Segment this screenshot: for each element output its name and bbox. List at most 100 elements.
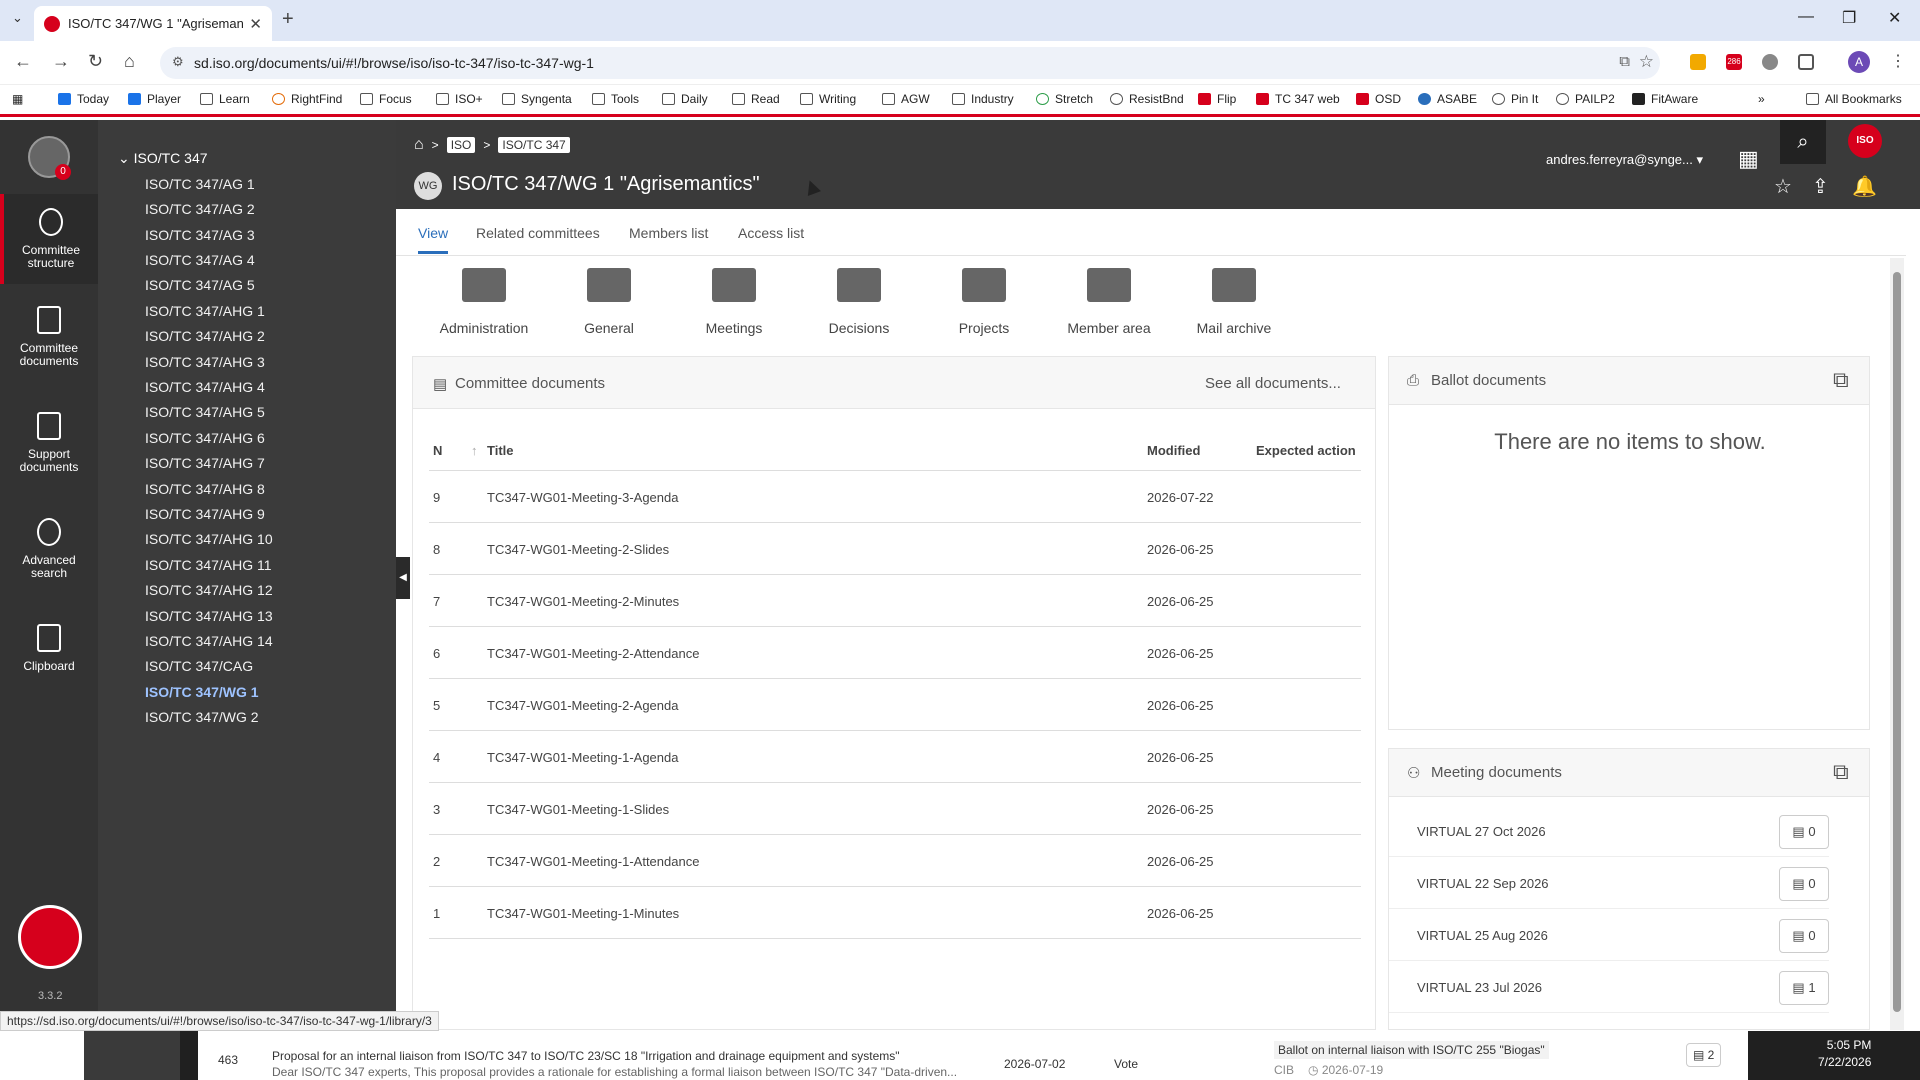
breadcrumb-iso[interactable]: ISO: [446, 137, 476, 153]
tree-item[interactable]: ISO/TC 347/AG 3: [145, 227, 255, 243]
meeting-doc-count[interactable]: ▤ 0: [1779, 919, 1829, 953]
column-header-title[interactable]: Title: [487, 443, 514, 458]
tree-item[interactable]: ISO/TC 347/AHG 3: [145, 354, 265, 370]
tree-root[interactable]: ⌄ ISO/TC 347: [118, 150, 208, 167]
tree-item-selected[interactable]: ISO/TC 347/WG 1: [145, 684, 259, 700]
extension-icon[interactable]: [1690, 54, 1706, 70]
bookmark-rightfind[interactable]: RightFind: [272, 92, 342, 106]
extension-badge-icon[interactable]: 286: [1726, 54, 1742, 70]
external-link-icon[interactable]: ⧉: [1833, 367, 1849, 393]
cell-title[interactable]: TC347-WG01-Meeting-2-Minutes: [487, 594, 679, 609]
bookmark-stretch[interactable]: Stretch: [1036, 92, 1093, 106]
folder-meetings[interactable]: Meetings: [679, 268, 789, 336]
app-grid-icon[interactable]: ▦: [1738, 146, 1759, 172]
table-row[interactable]: 6 TC347-WG01-Meeting-2-Attendance 2026-06-…: [429, 627, 1361, 679]
tree-item[interactable]: ISO/TC 347/AG 1: [145, 176, 255, 192]
forward-icon[interactable]: →: [52, 51, 70, 72]
bookmark-tc347-web[interactable]: TC 347 web: [1256, 92, 1340, 106]
cell-title[interactable]: TC347-WG01-Meeting-2-Agenda: [487, 698, 678, 713]
tab-access-list[interactable]: Access list: [738, 225, 804, 241]
tab-view[interactable]: View: [418, 225, 449, 254]
bookmark-industry[interactable]: Industry: [952, 92, 1014, 106]
folder-projects[interactable]: Projects: [929, 268, 1039, 336]
table-row[interactable]: 5 TC347-WG01-Meeting-2-Agenda 2026-06-25: [429, 679, 1361, 731]
tree-item[interactable]: ISO/TC 347/AG 5: [145, 277, 255, 293]
bookmark-osd[interactable]: OSD: [1356, 92, 1401, 106]
cell-title[interactable]: TC347-WG01-Meeting-3-Agenda: [487, 490, 678, 505]
breadcrumb-tc347[interactable]: ISO/TC 347: [498, 137, 570, 153]
meeting-doc-count[interactable]: ▤ 0: [1779, 867, 1829, 901]
tree-item[interactable]: ISO/TC 347/AG 2: [145, 201, 255, 217]
more-bookmarks-icon[interactable]: »: [1758, 92, 1765, 106]
external-link-icon[interactable]: ⧉: [1833, 759, 1849, 785]
tree-item[interactable]: ISO/TC 347/AHG 8: [145, 481, 265, 497]
close-window-icon[interactable]: ✕: [1888, 8, 1901, 28]
sort-up-arrow-icon[interactable]: ↑: [471, 443, 478, 458]
scrollbar-thumb[interactable]: [1893, 272, 1901, 1012]
folder-decisions[interactable]: Decisions: [804, 268, 914, 336]
meeting-doc-count[interactable]: ▤ 1: [1779, 971, 1829, 1005]
user-menu[interactable]: andres.ferreyra@synge... ▾: [1546, 152, 1703, 168]
bell-icon[interactable]: 🔔: [1852, 174, 1877, 199]
meeting-row[interactable]: VIRTUAL 23 Jul 2026 ▤ 1: [1389, 961, 1829, 1013]
bookmark-learn[interactable]: Learn: [200, 92, 250, 106]
bookmark-iso-plus[interactable]: ISO+: [436, 92, 483, 106]
restore-icon[interactable]: ❐: [1842, 8, 1856, 28]
bookmark-tools[interactable]: Tools: [592, 92, 639, 106]
folder-general[interactable]: General: [554, 268, 664, 336]
bookmark-today[interactable]: Today: [58, 92, 109, 106]
table-row[interactable]: 9 TC347-WG01-Meeting-3-Agenda 2026-07-22: [429, 471, 1361, 523]
menu-kebab-icon[interactable]: ⋮: [1890, 51, 1906, 71]
see-all-documents-link[interactable]: See all documents...: [1205, 375, 1341, 392]
tree-item[interactable]: ISO/TC 347/AHG 2: [145, 328, 265, 344]
tree-item[interactable]: ISO/TC 347/AHG 12: [145, 582, 273, 598]
rail-committee-structure[interactable]: Committee structure: [0, 194, 98, 284]
taskbar-app[interactable]: [84, 1031, 180, 1080]
cell-title[interactable]: TC347-WG01-Meeting-2-Slides: [487, 542, 669, 557]
tree-item[interactable]: ISO/TC 347/AHG 7: [145, 455, 265, 471]
cell-title[interactable]: TC347-WG01-Meeting-1-Minutes: [487, 906, 679, 921]
extension-icon-2[interactable]: [1762, 54, 1778, 70]
star-icon[interactable]: ☆: [1774, 174, 1792, 199]
bookmark-resistbnd[interactable]: ResistBnd: [1110, 92, 1184, 106]
bookmark-pailp2[interactable]: PAILP2: [1556, 92, 1615, 106]
home-icon[interactable]: ⌂: [414, 136, 424, 154]
bookmark-asabe[interactable]: ASABE: [1418, 92, 1477, 106]
table-row[interactable]: 8 TC347-WG01-Meeting-2-Slides 2026-06-25: [429, 523, 1361, 575]
cell-title[interactable]: TC347-WG01-Meeting-1-Attendance: [487, 854, 699, 869]
system-clock[interactable]: 5:05 PM 7/22/2026: [1818, 1037, 1871, 1071]
tree-item[interactable]: ISO/TC 347/AHG 5: [145, 404, 265, 420]
rail-clipboard[interactable]: Clipboard: [0, 624, 98, 673]
bookmark-syngenta[interactable]: Syngenta: [502, 92, 572, 106]
share-icon[interactable]: ⇪: [1812, 174, 1829, 199]
table-row[interactable]: 3 TC347-WG01-Meeting-1-Slides 2026-06-25: [429, 783, 1361, 835]
tab-search-icon[interactable]: ⌄: [12, 10, 23, 26]
tree-item[interactable]: ISO/TC 347/WG 2: [145, 709, 259, 725]
meeting-row[interactable]: VIRTUAL 22 Sep 2026 ▤ 0: [1389, 857, 1829, 909]
bookmark-agw[interactable]: AGW: [882, 92, 930, 106]
tree-item[interactable]: ISO/TC 347/AHG 14: [145, 633, 273, 649]
tree-item[interactable]: ISO/TC 347/AHG 1: [145, 303, 265, 319]
bookmark-read[interactable]: Read: [732, 92, 780, 106]
profile-avatar[interactable]: A: [1848, 51, 1870, 73]
iso-logo[interactable]: ISO: [1848, 124, 1882, 158]
meeting-row[interactable]: VIRTUAL 25 Aug 2026 ▤ 0: [1389, 909, 1829, 961]
tree-item[interactable]: ISO/TC 347/AHG 9: [145, 506, 265, 522]
cell-title[interactable]: TC347-WG01-Meeting-2-Attendance: [487, 646, 699, 661]
bookmark-player[interactable]: Player: [128, 92, 181, 106]
table-row[interactable]: 7 TC347-WG01-Meeting-2-Minutes 2026-06-25: [429, 575, 1361, 627]
tree-item[interactable]: ISO/TC 347/AHG 6: [145, 430, 265, 446]
column-header-expected-action[interactable]: Expected action: [1256, 443, 1356, 458]
meeting-doc-count[interactable]: ▤ 0: [1779, 815, 1829, 849]
close-tab-icon[interactable]: ✕: [249, 15, 262, 33]
column-header-n[interactable]: N: [433, 443, 442, 458]
install-app-icon[interactable]: ⧉: [1619, 53, 1630, 70]
column-header-modified[interactable]: Modified: [1147, 443, 1200, 458]
extensions-puzzle-icon[interactable]: [1798, 54, 1814, 70]
address-bar[interactable]: ⚙ sd.iso.org/documents/ui/#!/browse/iso/…: [160, 47, 1660, 79]
tree-item[interactable]: ISO/TC 347/AHG 13: [145, 608, 273, 624]
rail-committee-documents[interactable]: Committee documents: [0, 306, 98, 368]
reload-icon[interactable]: ↻: [88, 51, 103, 72]
rail-support-documents[interactable]: Support documents: [0, 412, 98, 474]
apps-grid-icon[interactable]: ▦: [12, 92, 23, 106]
